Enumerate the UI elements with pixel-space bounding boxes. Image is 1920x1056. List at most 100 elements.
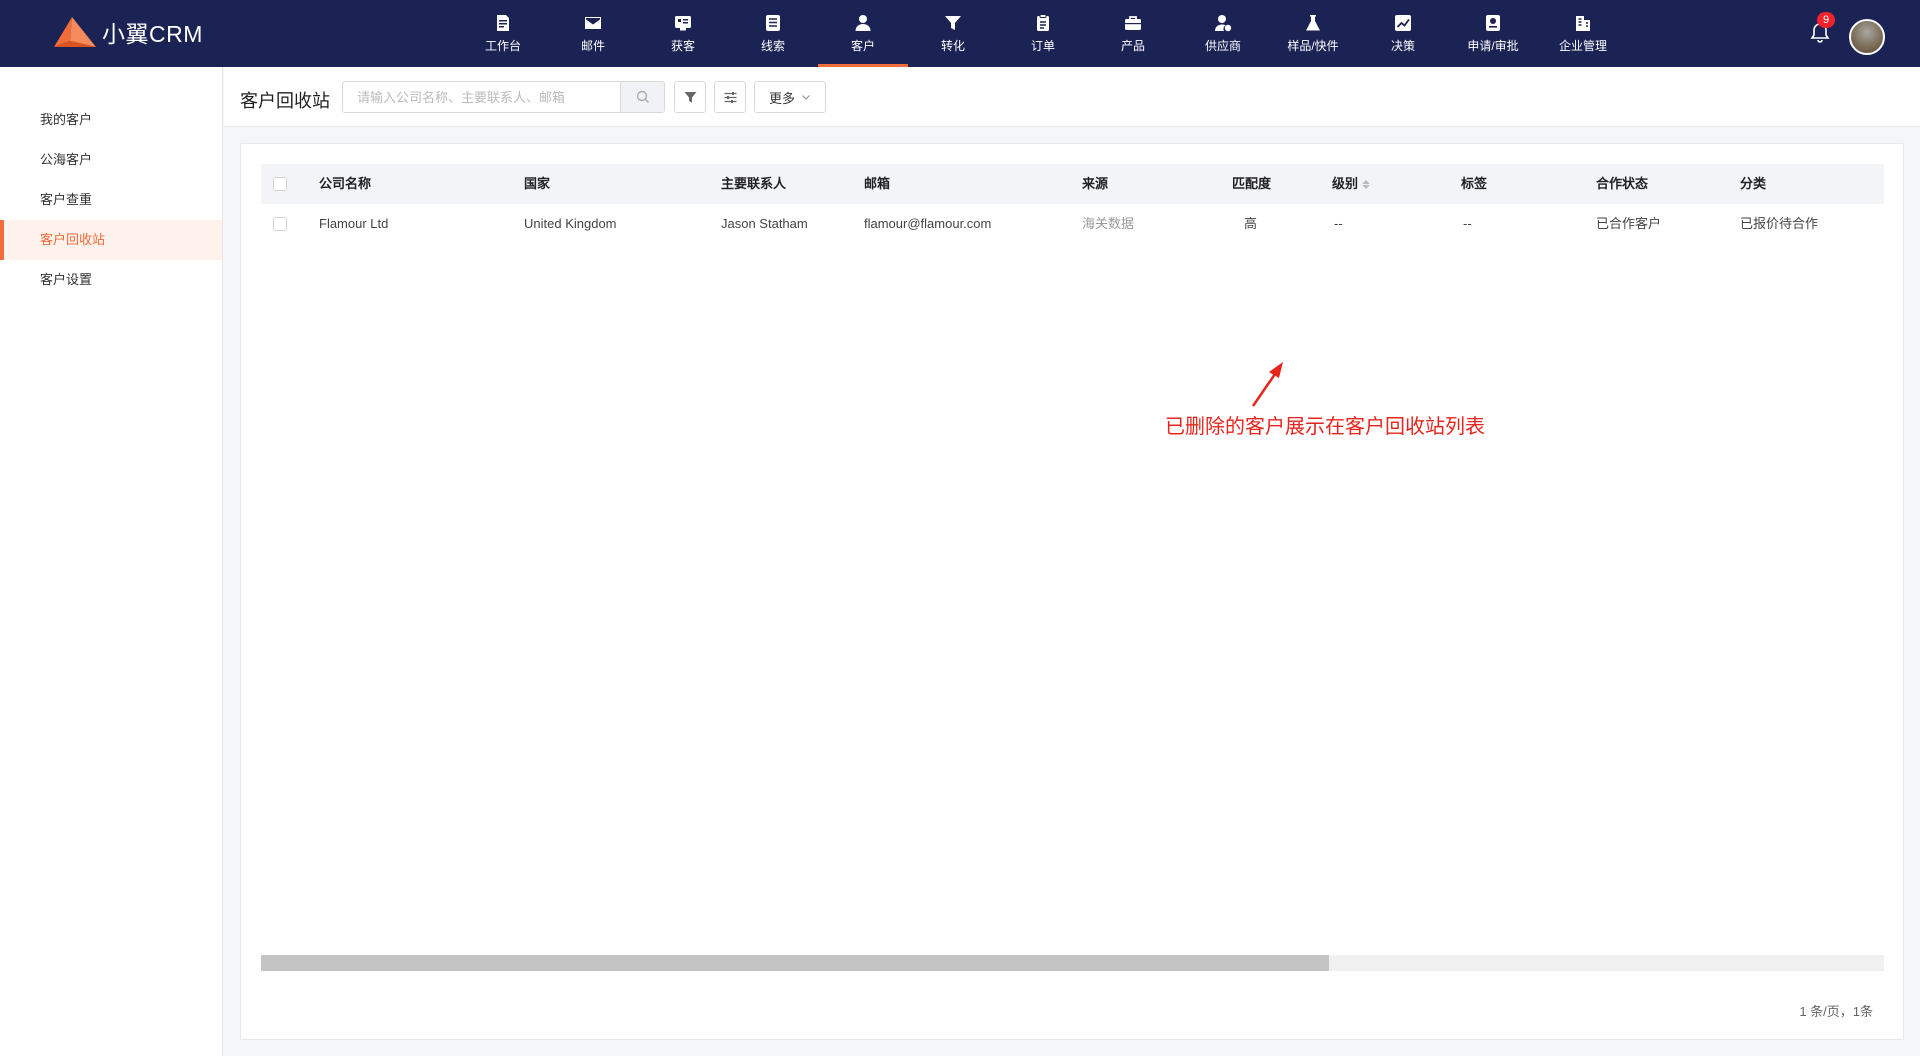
page-title: 客户回收站 [240,91,330,111]
chart-icon [1393,13,1413,33]
sidebar-item-my-customers[interactable]: 我的客户 [0,100,222,140]
cell-category: 已报价待合作 [1740,216,1819,231]
cell-source: 海关数据 [1082,216,1135,231]
sidebar-item-label: 客户设置 [40,272,93,287]
search-button[interactable] [620,82,664,112]
sidebar-item-public-customers[interactable]: 公海客户 [0,140,222,180]
search-icon [636,90,649,103]
cell-level: -- [1334,216,1343,231]
logo[interactable]: 小翼CRM [50,14,203,50]
column-header[interactable]: 匹配度 [1232,164,1271,204]
sidebar-item-label: 客户回收站 [40,232,106,247]
table-row[interactable]: Flamour Ltd United Kingdom Jason Statham… [261,204,1884,244]
nav-item-label: 转化 [940,39,965,53]
funnel-icon [943,13,963,33]
nav-item-enterprise[interactable]: 企业管理 [1538,0,1628,67]
column-header[interactable]: 国家 [524,164,550,204]
cell-email: flamour@flamour.com [864,216,992,231]
cell-contact: Jason Statham [721,216,808,231]
filter-icon [684,91,696,102]
logo-text: 小翼CRM [102,21,203,47]
chevron-down-icon [802,95,810,100]
column-header[interactable]: 公司名称 [319,164,371,204]
nav-item-label: 产品 [1120,39,1145,53]
nav-item-clue[interactable]: 线索 [728,0,818,67]
clipboard-icon [1033,13,1053,33]
pagination-info: 1 条/页，1条 [1799,1004,1873,1019]
nav-item-label: 工作台 [484,39,521,53]
nav-item-label: 决策 [1390,39,1415,53]
nav-item-label: 线索 [760,39,785,53]
column-header[interactable]: 合作状态 [1596,164,1648,204]
logo-icon [54,17,96,47]
top-navbar: 小翼CRM 工作台 邮件 获客 线索 客户 转化 订单 产品 供应商 样品/快件… [0,0,1920,67]
search-box [342,81,665,113]
acquire-icon [673,13,693,33]
nav-item-label: 邮件 [580,39,605,53]
content-card: 公司名称 国家 主要联系人 邮箱 来源 匹配度 级别 标签 合作状态 分类 Fl… [240,143,1904,1040]
sort-icon[interactable] [1362,180,1371,190]
nav-item-label: 客户 [850,39,875,53]
column-header-level[interactable]: 级别 [1332,164,1371,204]
nav-item-acquire[interactable]: 获客 [638,0,728,67]
briefcase-icon [1123,13,1143,33]
notification-badge: 9 [1817,12,1835,28]
cell-status: 已合作客户 [1596,216,1662,231]
column-header[interactable]: 标签 [1461,164,1487,204]
sidebar-item-label: 公海客户 [40,152,93,167]
table-header: 公司名称 国家 主要联系人 邮箱 来源 匹配度 级别 标签 合作状态 分类 [261,164,1884,204]
nav-item-sample[interactable]: 样品/快件 [1268,0,1358,67]
nav-item-mail[interactable]: 邮件 [548,0,638,67]
sidebar-item-label: 我的客户 [40,112,93,127]
nav-item-workbench[interactable]: 工作台 [458,0,548,67]
more-label: 更多 [768,90,795,106]
search-input[interactable] [343,82,620,112]
cell-tag: -- [1463,216,1472,231]
row-checkbox[interactable] [273,217,287,231]
page-toolbar: 客户回收站 更多 [224,67,1920,127]
sidebar-item-duplicate-check[interactable]: 客户查重 [0,180,222,220]
nav-item-label: 获客 [670,39,695,53]
main-nav: 工作台 邮件 获客 线索 客户 转化 订单 产品 供应商 样品/快件 决策 申请… [458,0,1628,67]
more-dropdown[interactable]: 更多 [754,81,826,113]
user-icon [853,13,873,33]
flask-icon [1303,13,1323,33]
nav-item-label: 样品/快件 [1287,39,1339,53]
clue-icon [763,13,783,33]
cell-match: 高 [1244,216,1258,231]
cell-country: United Kingdom [524,216,617,231]
nav-item-supplier[interactable]: 供应商 [1178,0,1268,67]
nav-item-decision[interactable]: 决策 [1358,0,1448,67]
filter-button[interactable] [674,81,706,113]
avatar[interactable] [1849,19,1885,55]
sidebar-item-recycle-bin[interactable]: 客户回收站 [0,220,222,260]
approval-icon [1483,13,1503,33]
nav-item-label: 订单 [1030,39,1055,53]
nav-item-product[interactable]: 产品 [1088,0,1178,67]
supplier-icon [1213,13,1233,33]
sidebar-item-settings[interactable]: 客户设置 [0,260,222,300]
nav-item-customer[interactable]: 客户 [818,0,908,67]
column-header[interactable]: 分类 [1740,164,1766,204]
dashboard-icon [493,13,513,33]
column-header[interactable]: 来源 [1082,164,1108,204]
sliders-icon [724,91,736,103]
cell-company[interactable]: Flamour Ltd [319,204,388,244]
nav-item-approval[interactable]: 申请/审批 [1448,0,1538,67]
column-settings-button[interactable] [714,81,746,113]
scrollbar-thumb[interactable] [261,955,1329,971]
horizontal-scrollbar[interactable] [261,955,1884,971]
nav-item-label: 申请/审批 [1467,39,1519,53]
select-all-checkbox[interactable] [273,177,287,191]
annotation-arrow-icon [1251,362,1283,407]
sidebar: 我的客户 公海客户 客户查重 客户回收站 客户设置 [0,67,223,1056]
nav-item-convert[interactable]: 转化 [908,0,998,67]
column-header[interactable]: 主要联系人 [721,164,786,204]
column-header[interactable]: 邮箱 [864,164,890,204]
column-header-label: 级别 [1332,176,1359,191]
sidebar-item-label: 客户查重 [40,192,93,207]
nav-item-label: 供应商 [1204,39,1241,53]
nav-item-order[interactable]: 订单 [998,0,1088,67]
annotation-text: 已删除的客户展示在客户回收站列表 [1165,416,1485,438]
mail-icon [583,13,603,33]
